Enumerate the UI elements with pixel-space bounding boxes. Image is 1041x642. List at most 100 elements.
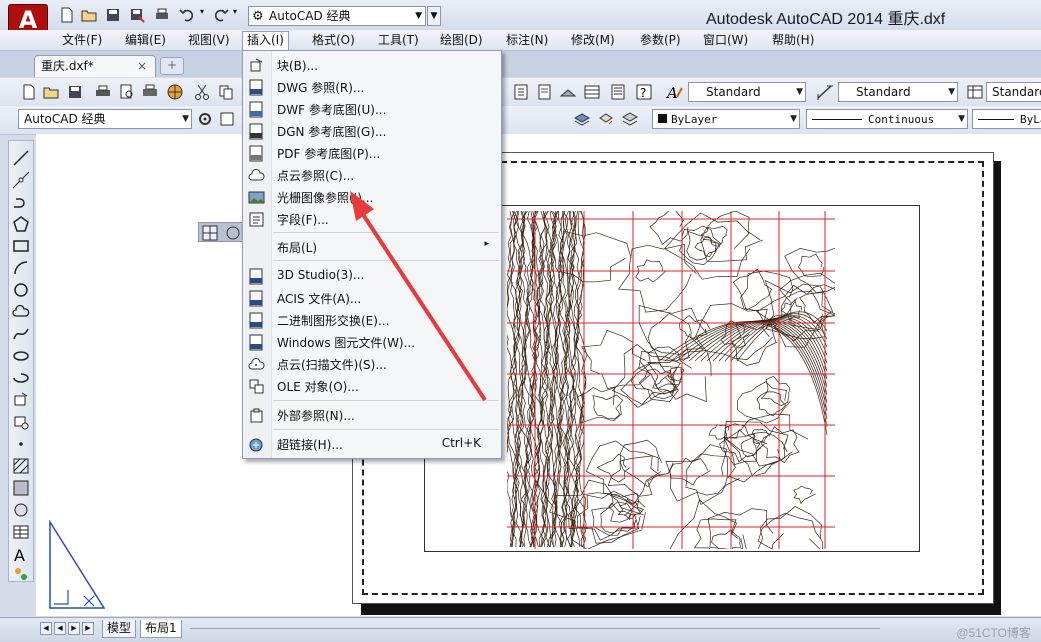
construction-line-icon[interactable] (12, 171, 30, 189)
color-control-select[interactable]: ByLayer ▼ (652, 109, 800, 129)
layer-previous-icon[interactable] (597, 110, 615, 128)
quick-access-customize-button[interactable]: ▼ (427, 6, 441, 26)
new-icon[interactable] (58, 6, 76, 24)
close-icon[interactable]: × (137, 56, 147, 76)
multiline-text-icon[interactable]: A (12, 545, 30, 565)
open-icon[interactable] (42, 83, 60, 101)
layer-match-icon[interactable] (621, 110, 639, 128)
copy-icon[interactable] (217, 83, 235, 101)
tab-layout1[interactable]: 布局1 (140, 620, 182, 638)
tab-model[interactable]: 模型 (102, 620, 137, 638)
properties-icon[interactable] (609, 83, 627, 101)
polygon-icon[interactable] (12, 215, 30, 233)
calculator-icon[interactable] (512, 83, 530, 101)
plot-icon[interactable] (153, 6, 171, 24)
undo-icon[interactable] (178, 6, 196, 24)
polyline-icon[interactable] (12, 193, 30, 211)
menu-item-dwg-reference[interactable]: DWG 参照(R)... (243, 76, 501, 98)
menu-item-pdf-underlay[interactable]: PDF 参考底图(P)... (243, 142, 501, 164)
markup-icon[interactable] (536, 83, 554, 101)
title-bar: A ▾ ▾ ⚙ AutoCAD 经典 ▼ ▼ Autodesk AutoCAD … (0, 0, 1041, 40)
menu-help[interactable]: 帮助(H) (768, 32, 818, 48)
table-style-select[interactable]: Standard (986, 82, 1041, 102)
hatch-icon[interactable] (12, 457, 30, 475)
menu-draw[interactable]: 绘图(D) (436, 32, 487, 48)
dim-style-icon[interactable] (816, 83, 834, 101)
menu-edit[interactable]: 编辑(E) (121, 32, 170, 48)
menu-item-dwf-underlay[interactable]: DWF 参考底图(U)... (243, 98, 501, 120)
lineweight-value: ByLa (1020, 113, 1041, 126)
spline-icon[interactable] (12, 325, 30, 343)
save-as-icon[interactable] (128, 6, 146, 24)
ellipse-icon[interactable] (12, 347, 30, 365)
arc-icon[interactable] (12, 259, 30, 277)
last-layout-icon[interactable]: ▶ (82, 622, 94, 635)
menu-item-label: 块(B)... (277, 59, 319, 73)
publish-icon[interactable] (141, 83, 159, 101)
open-icon[interactable] (80, 6, 98, 24)
help-icon[interactable]: ? (635, 83, 653, 101)
line-icon[interactable] (12, 149, 30, 167)
lineweight-control-select[interactable]: ByLa (972, 109, 1041, 129)
first-layout-icon[interactable]: ◀ (40, 622, 52, 635)
dim-style-select[interactable]: Standard ▼ (838, 82, 958, 102)
menu-view[interactable]: 视图(V) (184, 32, 234, 48)
menu-item-block[interactable]: 块(B)... (243, 54, 501, 76)
redo-dropdown-icon[interactable]: ▾ (232, 6, 242, 24)
next-layout-icon[interactable]: ▶ (68, 622, 80, 635)
floating-toolbar[interactable] (198, 222, 246, 242)
horizontal-scrollbar-track[interactable] (190, 628, 880, 629)
plot-icon[interactable] (94, 83, 112, 101)
circle-icon[interactable] (12, 281, 30, 299)
new-tab-button[interactable]: + (160, 57, 184, 75)
table-style-icon[interactable] (966, 83, 984, 101)
save-icon[interactable] (66, 83, 84, 101)
menu-file[interactable]: 文件(F) (58, 32, 106, 48)
gear-icon[interactable] (196, 110, 214, 128)
menu-item-hyperlink[interactable]: 超链接(H)... Ctrl+K (243, 433, 501, 455)
dwf-icon (248, 101, 265, 118)
redo-icon[interactable] (212, 6, 230, 24)
prev-layout-icon[interactable]: ◀ (54, 622, 66, 635)
gradient-icon[interactable] (12, 479, 30, 497)
text-style-select[interactable]: Standard ▼ (688, 82, 806, 102)
tab-document[interactable]: 重庆.dxf* × (34, 55, 156, 77)
tool-palettes-icon[interactable] (583, 83, 601, 101)
workspace-settings-icon[interactable] (218, 110, 236, 128)
menu-dimension[interactable]: 标注(N) (502, 32, 552, 48)
cut-icon[interactable] (193, 83, 211, 101)
ellipse-arc-icon[interactable] (12, 369, 30, 387)
text-style-icon[interactable]: A (665, 83, 684, 102)
menu-modify[interactable]: 修改(M) (567, 32, 619, 48)
point-icon[interactable] (12, 435, 30, 453)
linetype-control-select[interactable]: Continuous ▼ (806, 109, 968, 129)
menu-item-point-cloud[interactable]: 点云参照(C)... (243, 164, 501, 186)
make-block-icon[interactable] (12, 413, 30, 431)
field-icon (248, 211, 265, 228)
menu-parametric[interactable]: 参数(P) (636, 32, 685, 48)
menu-tools[interactable]: 工具(T) (374, 32, 423, 48)
menu-insert[interactable]: 插入(I) (242, 31, 289, 50)
rectangle-icon[interactable] (12, 237, 30, 255)
table-icon[interactable] (12, 523, 30, 541)
menu-item-dgn-underlay[interactable]: DGN 参考底图(G)... (243, 120, 501, 142)
sheet-set-icon[interactable] (559, 83, 577, 101)
point-cloud-icon (248, 167, 265, 184)
workspace-value: AutoCAD 经典 (269, 9, 351, 23)
linetype-preview (812, 119, 862, 120)
insert-block-icon[interactable] (12, 391, 30, 409)
menu-item-external-references[interactable]: 外部参照(N)... (243, 404, 501, 426)
new-icon[interactable] (20, 83, 38, 101)
add-selected-icon[interactable] (12, 565, 30, 583)
3d-dwf-icon[interactable] (166, 83, 184, 101)
workspace-combo[interactable]: AutoCAD 经典 ▼ (18, 109, 192, 129)
layer-state-icon[interactable] (573, 110, 591, 128)
save-icon[interactable] (104, 6, 122, 24)
menu-window[interactable]: 窗口(W) (699, 32, 752, 48)
plot-preview-icon[interactable] (118, 83, 136, 101)
menu-format[interactable]: 格式(O) (308, 32, 359, 48)
region-icon[interactable] (12, 501, 30, 519)
revision-cloud-icon[interactable] (12, 303, 30, 321)
undo-dropdown-icon[interactable]: ▾ (199, 6, 209, 24)
workspace-select[interactable]: ⚙ AutoCAD 经典 ▼ (248, 6, 426, 26)
